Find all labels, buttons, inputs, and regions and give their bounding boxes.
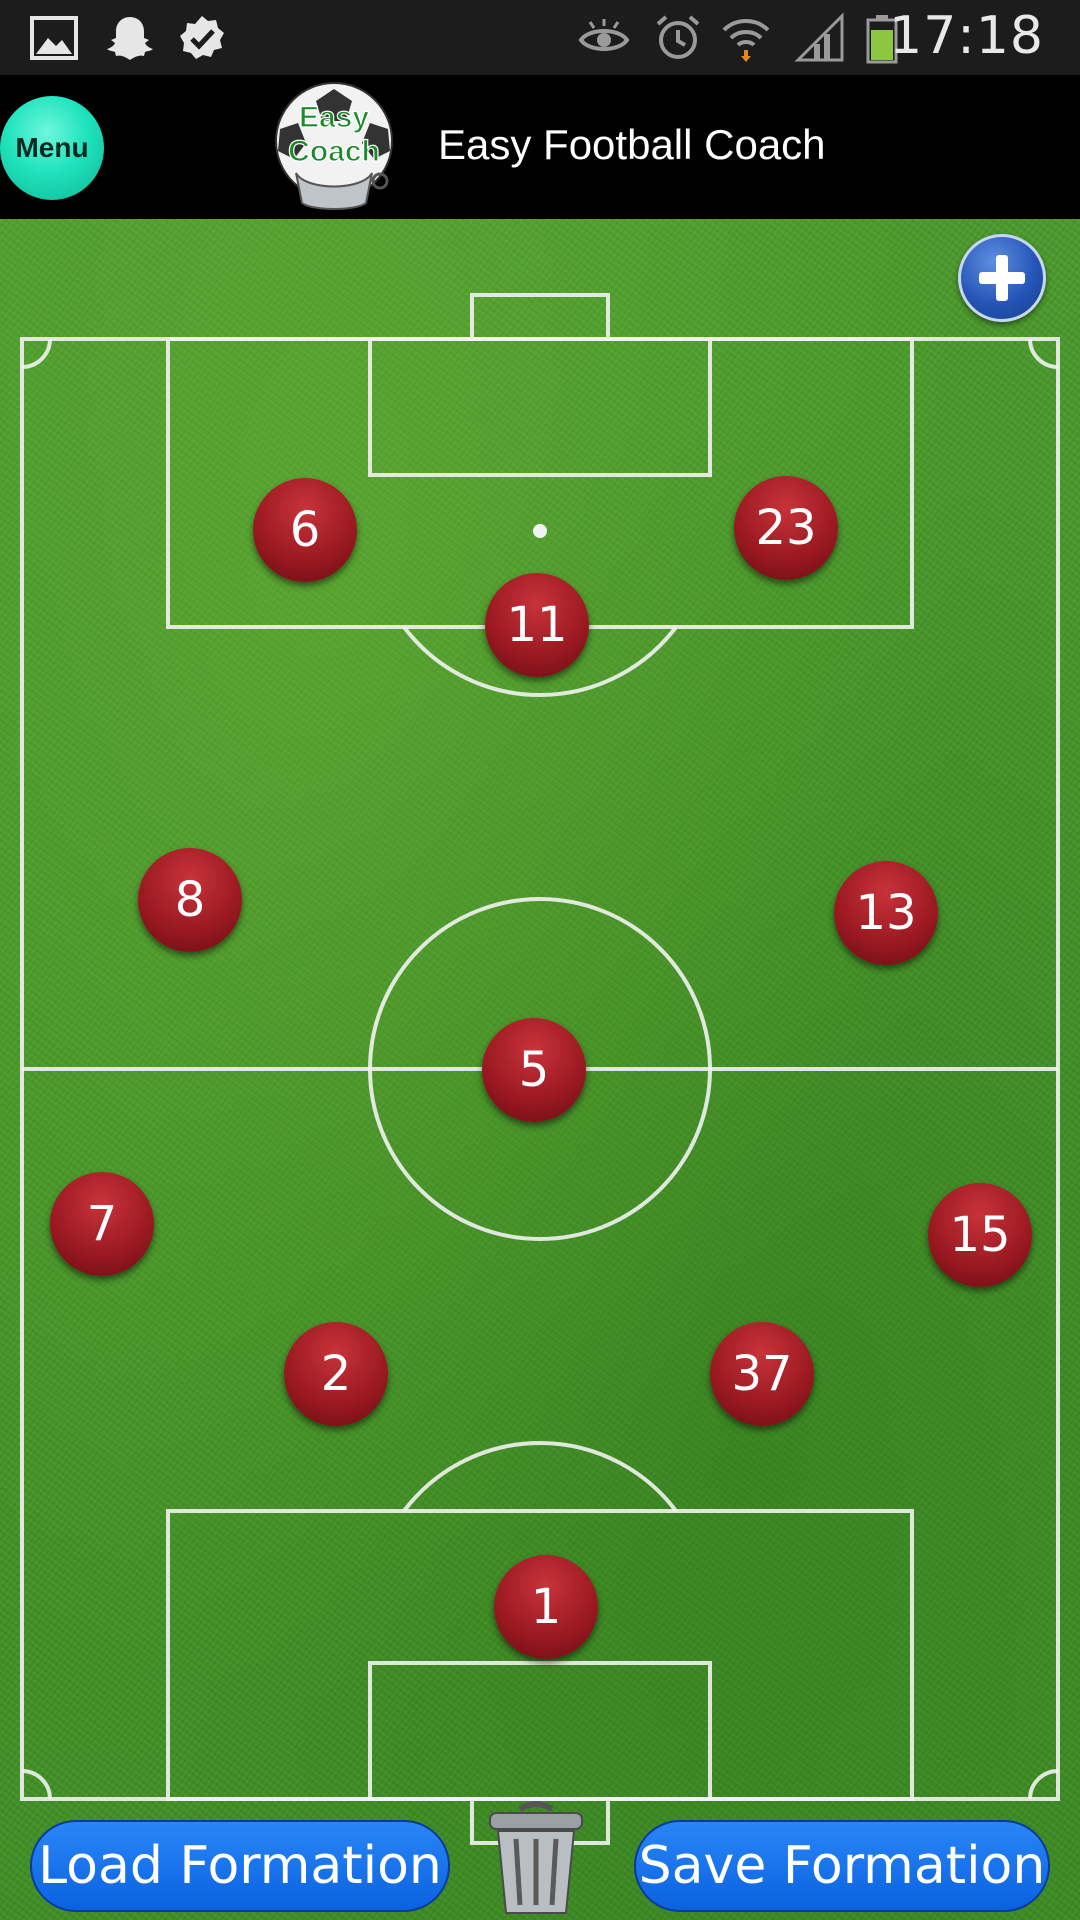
app-title: Easy Football Coach	[438, 121, 826, 168]
add-player-button[interactable]	[958, 234, 1046, 322]
app-header: Menu Easy Coach Easy Football Coach	[0, 75, 1080, 219]
eye-icon	[578, 19, 630, 51]
save-formation-button[interactable]: Save Formation	[634, 1820, 1050, 1912]
logo-text-bottom: Coach	[288, 135, 380, 168]
wifi-icon	[722, 19, 770, 62]
plus-icon	[979, 255, 1025, 301]
status-time: 17:18	[889, 6, 1044, 66]
load-formation-button[interactable]: Load Formation	[30, 1820, 450, 1912]
trash-can-icon[interactable]	[484, 1799, 588, 1917]
player-token[interactable]: 23	[734, 476, 838, 580]
snapchat-ghost-icon	[107, 17, 153, 60]
player-token[interactable]: 11	[485, 573, 589, 677]
player-token[interactable]: 7	[50, 1172, 154, 1276]
player-token[interactable]: 37	[710, 1322, 814, 1426]
player-token[interactable]: 15	[928, 1183, 1032, 1287]
signal-icon	[794, 12, 844, 62]
alarm-clock-icon	[656, 15, 700, 59]
player-token[interactable]: 5	[482, 1018, 586, 1122]
football-pitch[interactable]: 6 23 11 8 13 5 7 15 2 37 1 Load Formatio…	[0, 219, 1080, 1920]
player-token[interactable]: 6	[253, 478, 357, 582]
player-token[interactable]: 1	[494, 1555, 598, 1659]
player-token[interactable]: 8	[138, 848, 242, 952]
player-token[interactable]: 13	[834, 861, 938, 965]
menu-button[interactable]: Menu	[0, 96, 104, 200]
app-logo: Easy Coach	[275, 82, 393, 210]
image-icon	[30, 16, 78, 60]
status-bar: 17:18	[0, 0, 1080, 75]
player-token[interactable]: 2	[284, 1322, 388, 1426]
logo-text-top: Easy	[299, 101, 369, 134]
check-badge-icon	[180, 16, 224, 59]
